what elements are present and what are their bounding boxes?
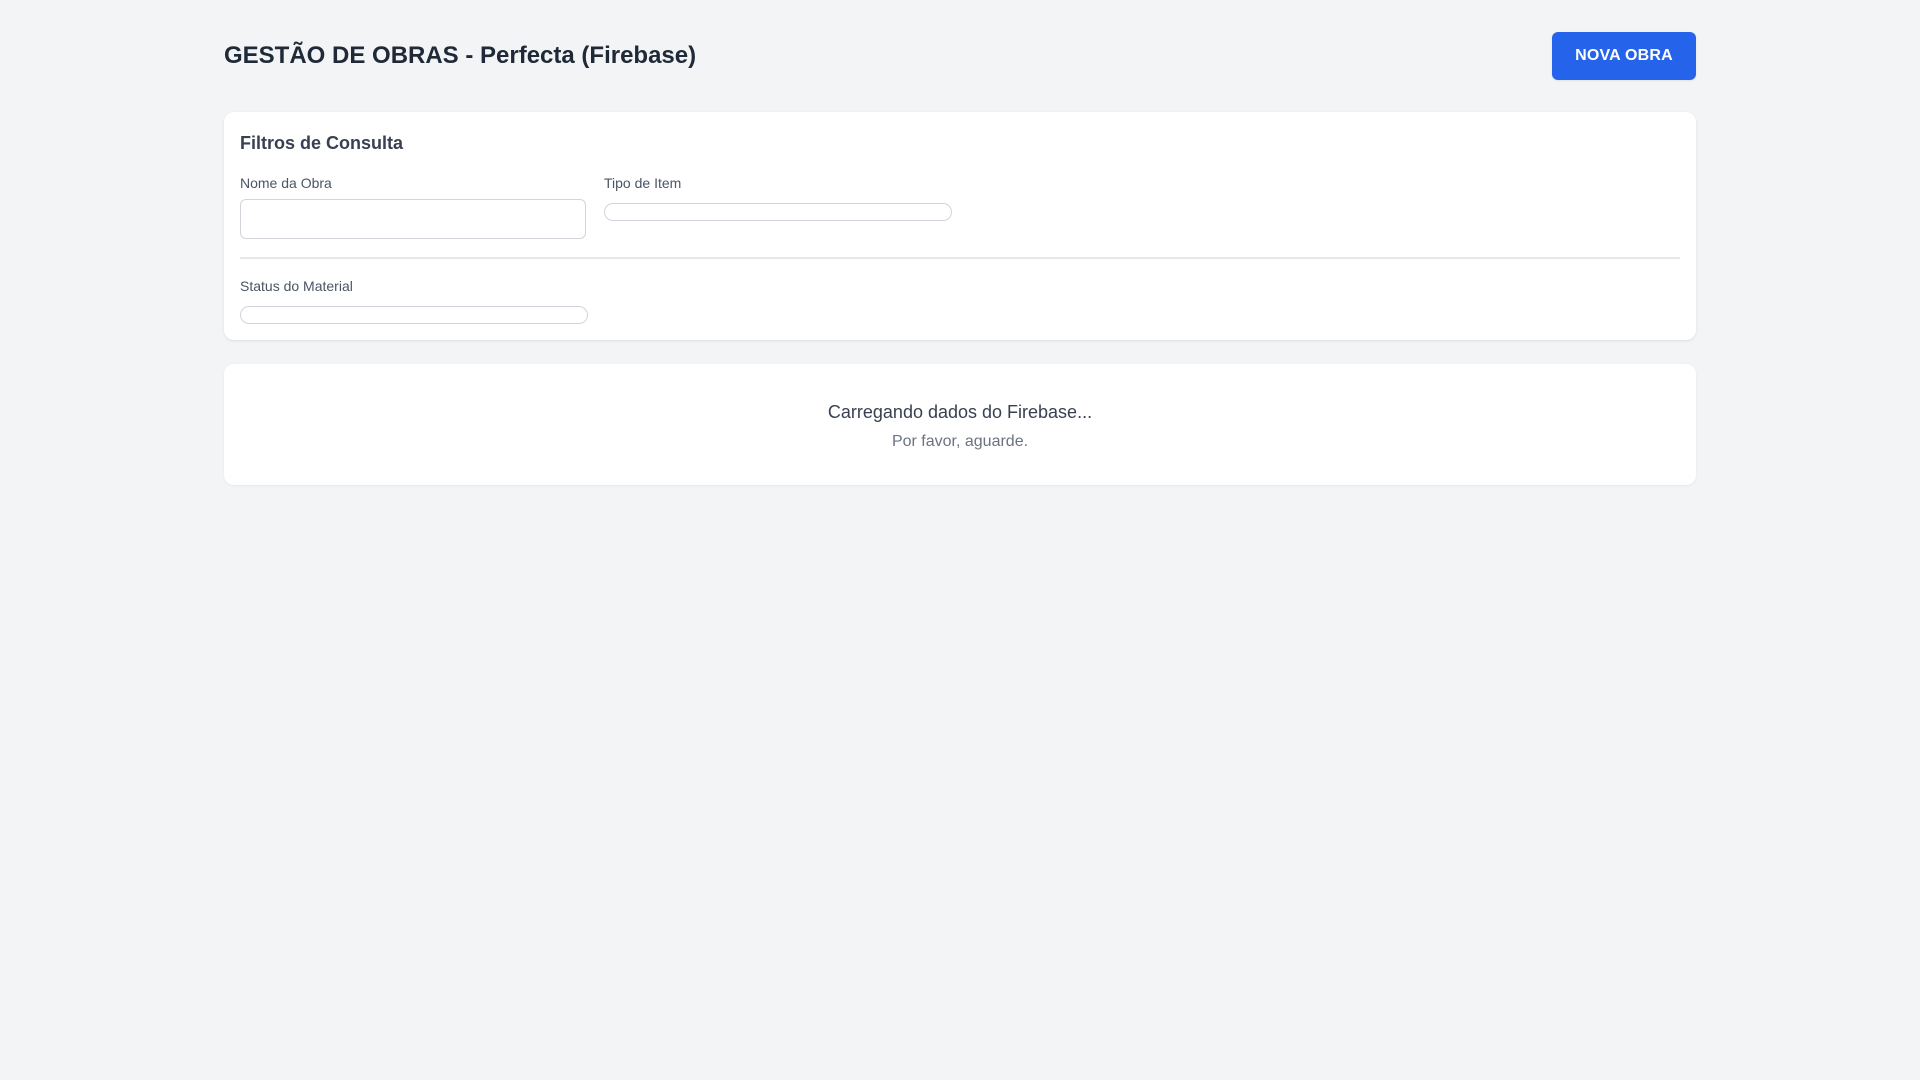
page-header: GESTÃO DE OBRAS - Perfecta (Firebase) NO…	[224, 0, 1696, 112]
loading-panel: Carregando dados do Firebase... Por favo…	[224, 364, 1696, 485]
obra-name-label: Nome da Obra	[240, 175, 332, 191]
item-type-label: Tipo de Item	[604, 175, 682, 191]
app-container: GESTÃO DE OBRAS - Perfecta (Firebase) NO…	[224, 0, 1696, 485]
material-status-label: Status do Material	[240, 278, 353, 294]
loading-message: Carregando dados do Firebase...	[827, 402, 1093, 422]
loading-subtitle: Por favor, aguarde.	[891, 433, 1029, 450]
new-obra-button[interactable]: NOVA OBRA	[1552, 32, 1696, 80]
filters-divider	[240, 257, 1680, 259]
material-status-select[interactable]	[240, 306, 588, 324]
filters-panel: Filtros de Consulta Nome da Obra Tipo de…	[224, 112, 1696, 340]
item-type-select[interactable]	[604, 203, 952, 221]
obra-name-input[interactable]	[240, 199, 586, 239]
page-title: GESTÃO DE OBRAS - Perfecta (Firebase)	[224, 42, 697, 69]
filters-title: Filtros de Consulta	[240, 133, 404, 153]
